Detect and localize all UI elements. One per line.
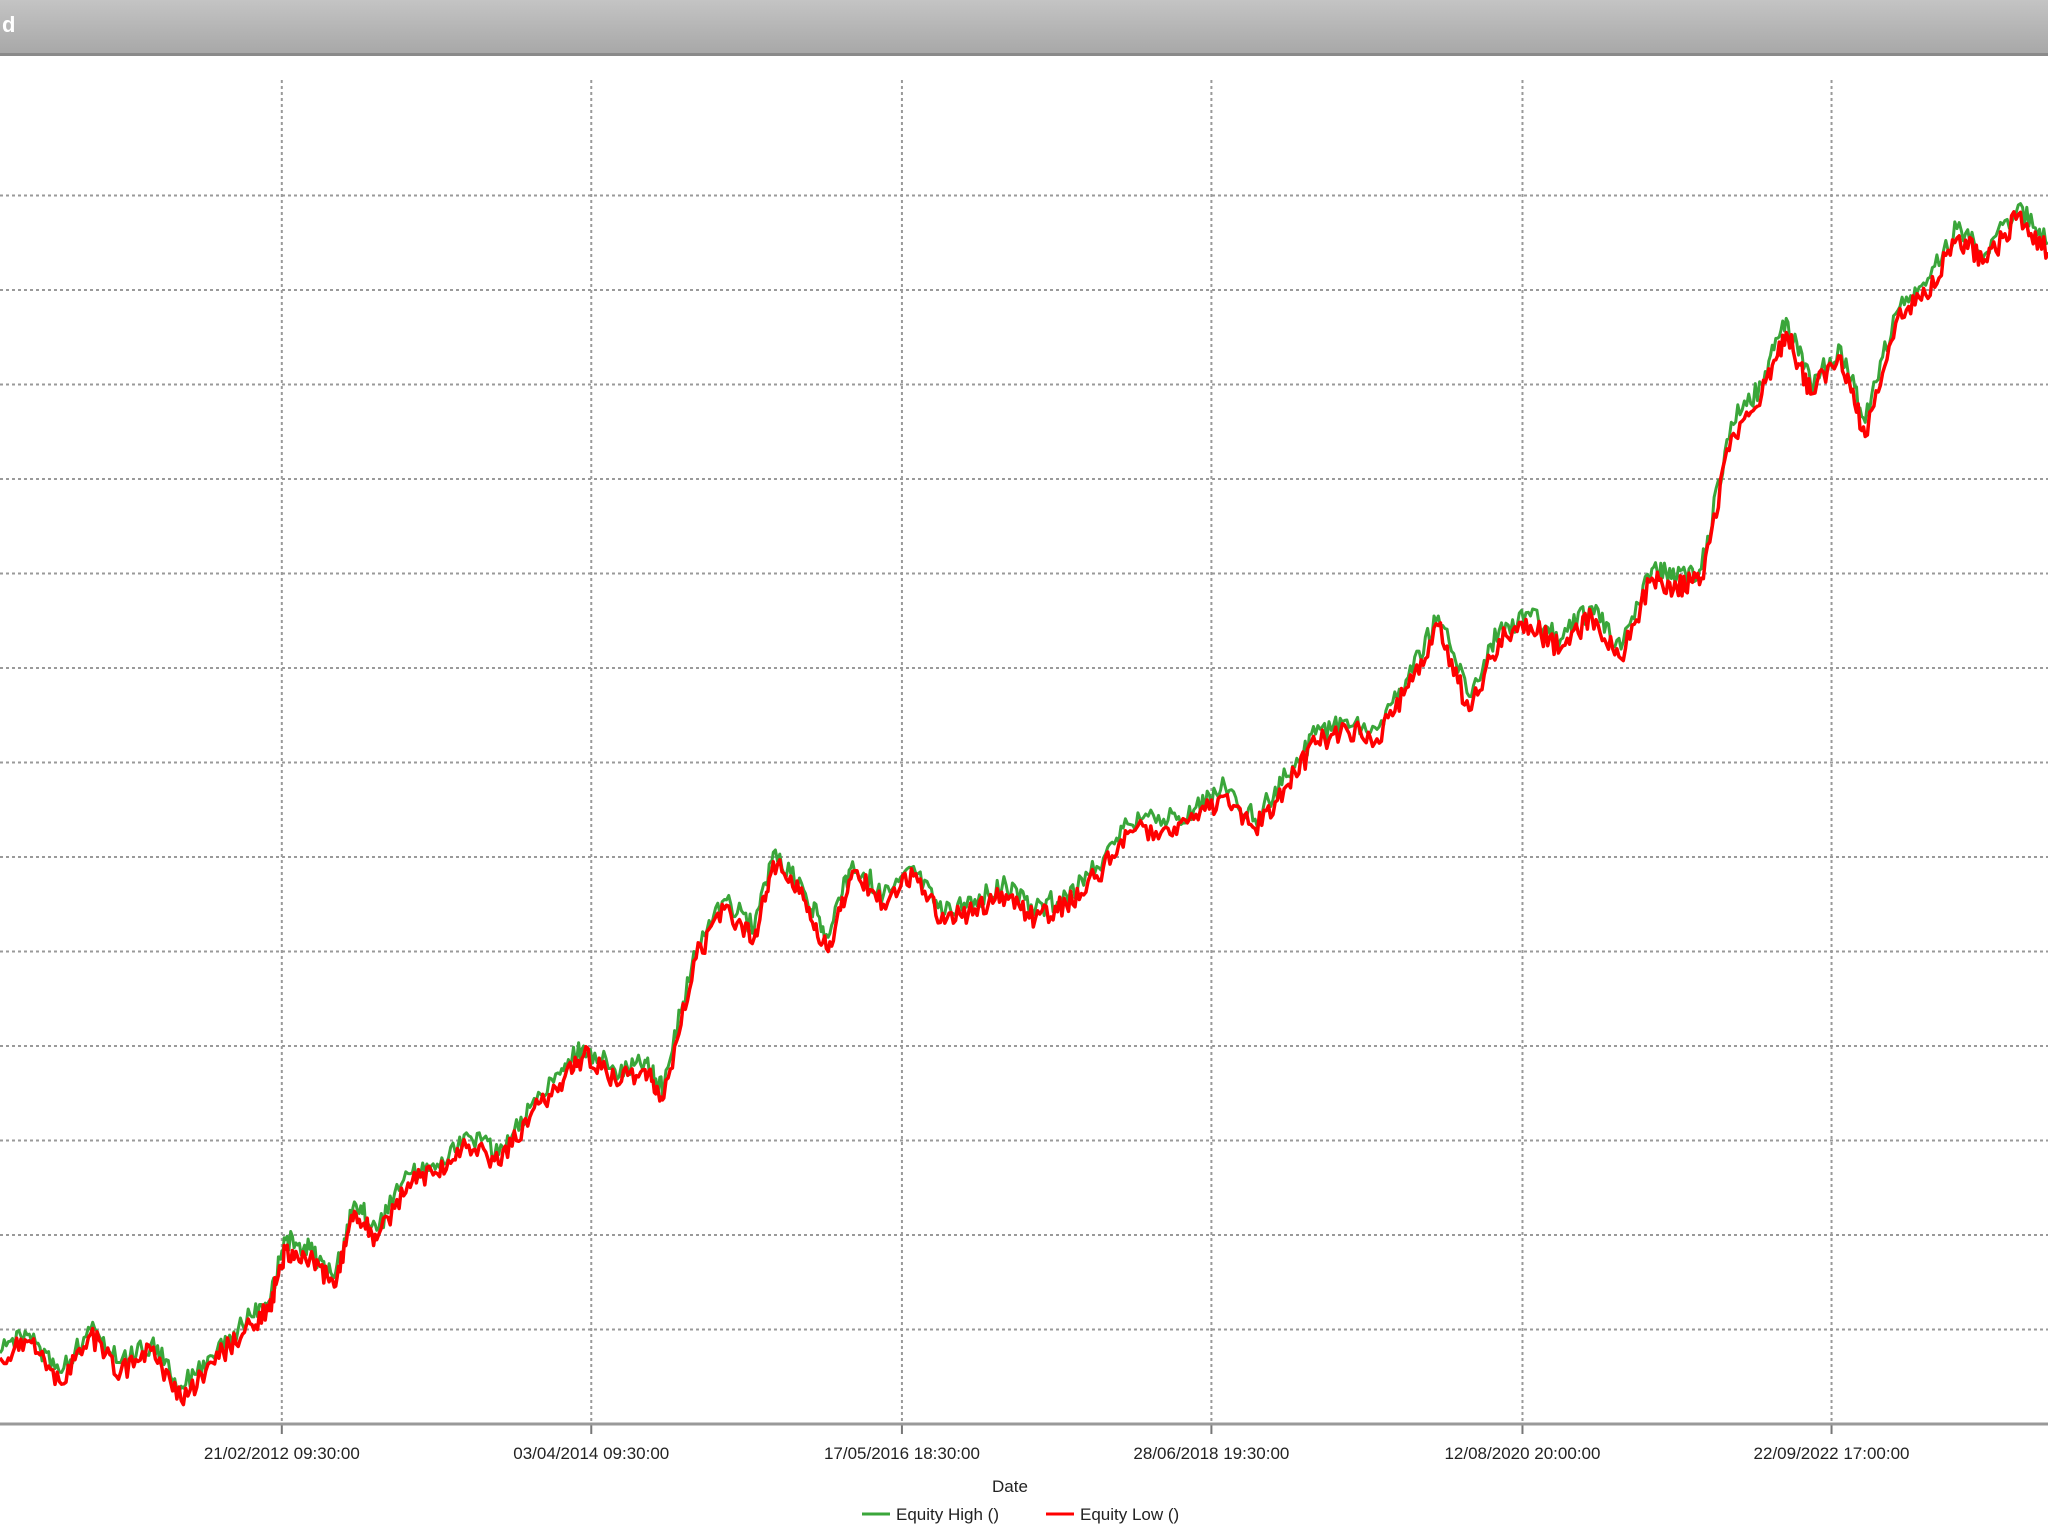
x-tick-label: 22/09/2022 17:00:00 bbox=[1754, 1444, 1910, 1463]
legend: Equity High () Equity Low () bbox=[862, 1505, 1179, 1524]
x-tick-label: 21/02/2012 09:30:00 bbox=[204, 1444, 360, 1463]
x-axis-title: Date bbox=[992, 1477, 1028, 1496]
x-tick-labels: 21/02/2012 09:30:00 03/04/2014 09:30:00 17… bbox=[204, 1444, 1910, 1463]
plot-background bbox=[0, 56, 2048, 1426]
legend-label-equity-high: Equity High () bbox=[896, 1505, 999, 1524]
chart-window: d 21/02/2012 09:30:00 03/04/2014 09:30:00… bbox=[0, 0, 2048, 1536]
x-tick-label: 12/08/2020 20:00:00 bbox=[1444, 1444, 1600, 1463]
x-tick-label: 17/05/2016 18:30:00 bbox=[824, 1444, 980, 1463]
x-tick-label: 03/04/2014 09:30:00 bbox=[513, 1444, 669, 1463]
x-tick-label: 28/06/2018 19:30:00 bbox=[1133, 1444, 1289, 1463]
legend-label-equity-low: Equity Low () bbox=[1080, 1505, 1179, 1524]
equity-chart: 21/02/2012 09:30:00 03/04/2014 09:30:00 17… bbox=[0, 56, 2048, 1524]
